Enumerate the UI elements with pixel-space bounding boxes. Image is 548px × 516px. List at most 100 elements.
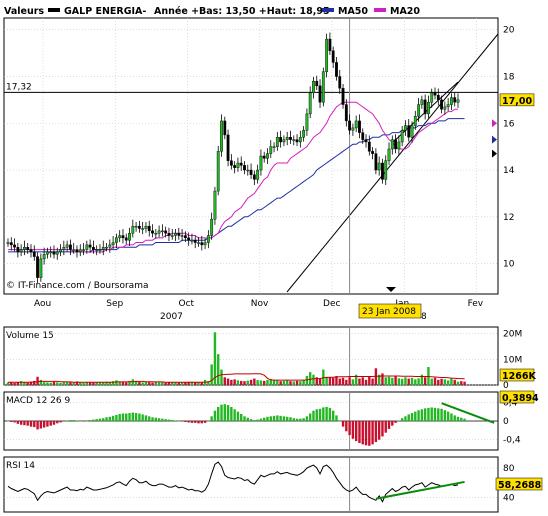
- candle-body: [344, 104, 348, 122]
- candle-body: [400, 130, 404, 143]
- candle: [341, 83, 345, 109]
- candle: [42, 247, 46, 265]
- month-label: Oct: [179, 299, 195, 309]
- macd-bar: [118, 413, 121, 421]
- macd-bar: [59, 421, 62, 423]
- macd-bar: [26, 421, 29, 426]
- reference-line-label: 17,32: [6, 82, 32, 92]
- candle-body: [302, 130, 306, 138]
- candle: [394, 134, 397, 154]
- macd-bar: [240, 413, 243, 421]
- macd-bar: [259, 418, 263, 421]
- volume-bar: [394, 376, 397, 385]
- volume-bar: [233, 379, 236, 385]
- macd-bar: [72, 420, 75, 421]
- candle-body: [374, 153, 378, 171]
- volume-bar: [92, 382, 95, 385]
- candle-body: [108, 244, 112, 248]
- candle-body: [308, 92, 312, 115]
- macd-bar: [266, 416, 269, 421]
- macd-bar: [171, 420, 174, 421]
- price-tick-label: 10: [503, 260, 515, 270]
- candle: [36, 252, 39, 284]
- candle: [16, 243, 20, 258]
- candle-body: [39, 258, 43, 278]
- candle-body: [134, 225, 138, 228]
- macd-bar: [463, 418, 466, 421]
- candle-body: [210, 218, 214, 236]
- macd-bar: [417, 410, 420, 421]
- macd-bar: [285, 416, 289, 421]
- legend-ma50: MA50: [338, 6, 368, 17]
- candle-body: [154, 232, 158, 235]
- candle: [272, 142, 276, 153]
- month-label: Aou: [34, 299, 51, 309]
- candle: [95, 245, 99, 256]
- volume-bar: [79, 382, 82, 385]
- volume-bar: [453, 379, 456, 385]
- macd-bar: [249, 419, 253, 421]
- macd-bar: [13, 421, 16, 423]
- month-label: Fev: [468, 299, 484, 309]
- candle-body: [118, 235, 122, 239]
- candle-body: [446, 104, 450, 108]
- candle-body: [193, 240, 197, 243]
- candle-body: [354, 120, 358, 129]
- candle: [174, 228, 177, 242]
- candle-body: [180, 235, 184, 237]
- volume-bar: [82, 382, 85, 385]
- macd-bar: [276, 415, 279, 421]
- candle-body: [236, 162, 240, 168]
- candle-body: [351, 127, 355, 131]
- macd-bar: [450, 413, 453, 421]
- volume-bar: [263, 380, 266, 385]
- macd-bar: [111, 415, 115, 421]
- macd-bar: [79, 421, 82, 422]
- macd-bar: [338, 421, 341, 422]
- rsi-tick-label: 80: [503, 464, 515, 474]
- candle: [397, 135, 401, 155]
- price-tick-label: 16: [503, 119, 515, 129]
- rsi-panel: RSI 14 80 40 58,2688: [3, 456, 543, 513]
- candle: [19, 244, 23, 257]
- candle: [374, 148, 378, 175]
- candle: [302, 126, 306, 142]
- candle: [134, 221, 138, 232]
- volume-bar: [361, 377, 364, 385]
- macd-bar: [95, 419, 98, 421]
- volume-bar: [295, 380, 299, 385]
- macd-panel: MACD 12 26 9 0,40-0,4 0,3894: [3, 390, 539, 451]
- candle: [233, 161, 237, 174]
- price-axis-ticks: 10 12 14 16 18 20: [503, 26, 515, 270]
- volume-bar: [56, 382, 59, 385]
- candle-body: [177, 232, 181, 236]
- macd-bar: [322, 407, 325, 421]
- price-tick-label: 14: [503, 166, 515, 176]
- macd-bar: [345, 421, 348, 432]
- month-label: Sep: [106, 299, 123, 309]
- candle-body: [256, 169, 260, 180]
- volume-panel: Volume 15 0 10M 20M 1266K: [3, 326, 536, 391]
- macd-bar: [460, 417, 463, 421]
- price-tick-label: 12: [503, 213, 514, 223]
- candle-body: [423, 99, 427, 115]
- macd-bar: [420, 409, 424, 421]
- rsi-tick-label: 40: [503, 493, 515, 503]
- candle-body: [259, 155, 263, 171]
- macd-bar: [341, 421, 345, 427]
- candle: [282, 135, 286, 147]
- candle-body: [348, 120, 352, 131]
- candle: [456, 93, 460, 108]
- last-price-value: 17,00: [502, 96, 532, 107]
- macd-bar: [377, 421, 381, 440]
- macd-bar: [217, 406, 220, 421]
- macd-bar: [305, 416, 309, 421]
- candle: [289, 130, 292, 144]
- candle: [206, 230, 210, 249]
- candle: [249, 163, 253, 179]
- volume-bar: [115, 380, 118, 385]
- year-label: 2007: [160, 312, 183, 322]
- macd-bar: [384, 421, 387, 433]
- right-marker-arrow: [492, 149, 497, 158]
- candle: [292, 135, 296, 146]
